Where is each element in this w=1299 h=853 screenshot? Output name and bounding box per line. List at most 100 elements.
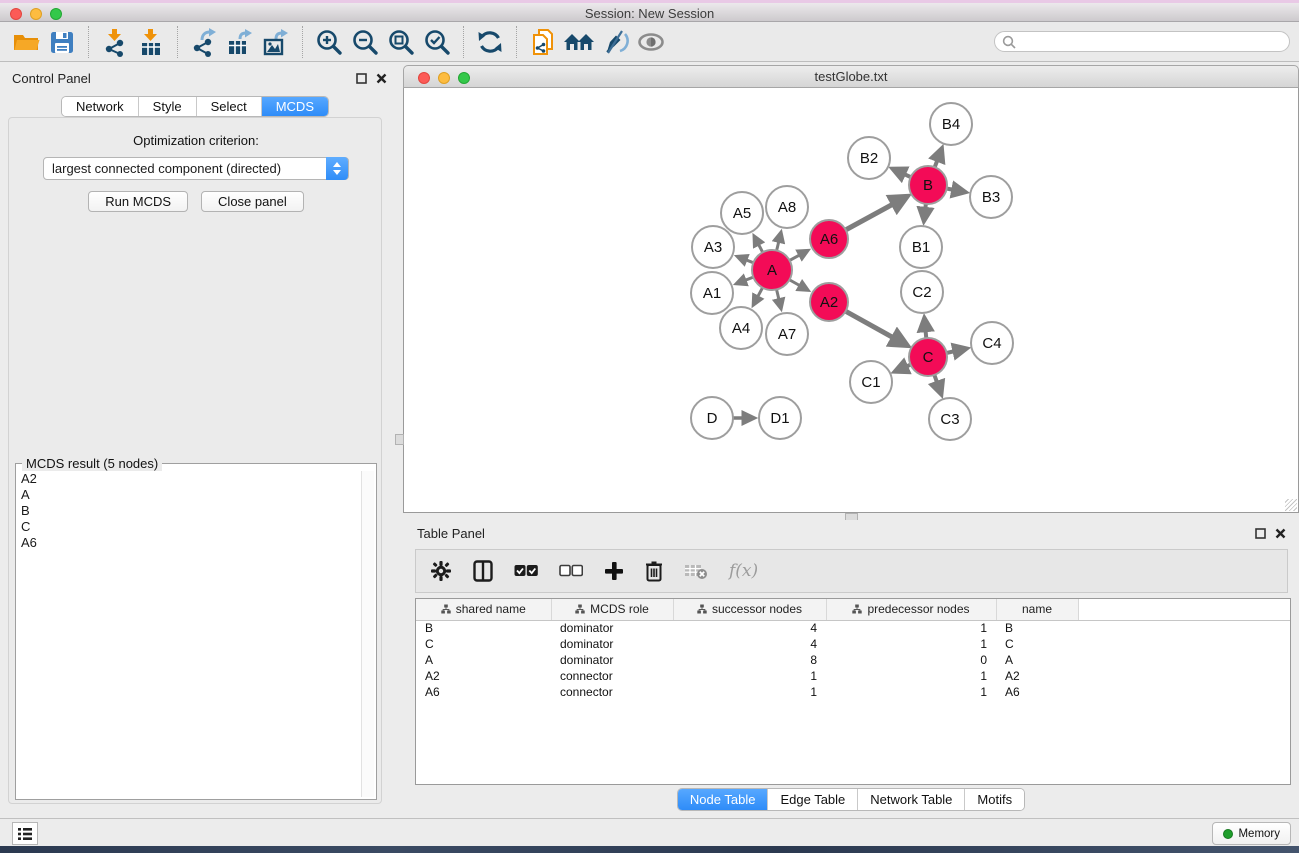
delete-column-icon[interactable] (645, 556, 663, 586)
criterion-dropdown[interactable]: largest connected component (directed) (43, 157, 349, 180)
window-resize-grip[interactable] (1285, 499, 1297, 511)
table-cell[interactable]: B (996, 620, 1078, 636)
graph-node-A6[interactable]: A6 (810, 220, 848, 258)
table-cell[interactable]: A6 (996, 684, 1078, 700)
tab-select[interactable]: Select (196, 97, 261, 116)
table-cell[interactable]: 1 (826, 668, 996, 684)
import-table-icon[interactable] (133, 25, 169, 59)
first-neighbors-icon[interactable] (561, 25, 597, 59)
vertical-splitter-handle[interactable] (395, 434, 404, 445)
float-panel-icon[interactable] (356, 73, 367, 84)
result-list-item[interactable]: A (21, 487, 360, 503)
import-network-icon[interactable] (97, 25, 133, 59)
settings-gear-icon[interactable] (430, 556, 452, 586)
graph-node-B[interactable]: B (909, 166, 947, 204)
select-all-columns-icon[interactable] (514, 556, 538, 586)
graph-node-C2[interactable]: C2 (901, 271, 943, 313)
graph-node-C3[interactable]: C3 (929, 398, 971, 440)
zoom-in-icon[interactable] (311, 25, 347, 59)
export-image-icon[interactable] (258, 25, 294, 59)
result-list-item[interactable]: C (21, 519, 360, 535)
network-canvas[interactable]: AA1A2A3A4A5A6A7A8BB1B2B3B4CC1C2C3C4DD1 (403, 88, 1299, 513)
graph-node-A8[interactable]: A8 (766, 186, 808, 228)
result-scrollbar[interactable] (361, 471, 374, 797)
export-network-icon[interactable] (186, 25, 222, 59)
tab-motifs[interactable]: Motifs (964, 789, 1024, 810)
graph-node-A[interactable]: A (752, 250, 792, 290)
table-cell[interactable]: connector (551, 668, 673, 684)
table-cell[interactable]: connector (551, 684, 673, 700)
table-cell[interactable]: 8 (673, 652, 826, 668)
table-row[interactable]: Cdominator41C (416, 636, 1291, 652)
table-row[interactable]: A6connector11A6 (416, 684, 1291, 700)
zoom-selected-icon[interactable] (419, 25, 455, 59)
copy-network-icon[interactable] (525, 25, 561, 59)
unselect-all-columns-icon[interactable] (559, 556, 583, 586)
graph-node-A7[interactable]: A7 (766, 313, 808, 355)
graph-node-A1[interactable]: A1 (691, 272, 733, 314)
graph-node-C[interactable]: C (909, 338, 947, 376)
close-table-panel-icon[interactable] (1275, 528, 1286, 539)
graph-node-A5[interactable]: A5 (721, 192, 763, 234)
graph-node-C1[interactable]: C1 (850, 361, 892, 403)
graph-node-D[interactable]: D (691, 397, 733, 439)
zoom-out-icon[interactable] (347, 25, 383, 59)
graph-node-B4[interactable]: B4 (930, 103, 972, 145)
graph-node-B3[interactable]: B3 (970, 176, 1012, 218)
hide-annotations-icon[interactable] (597, 25, 633, 59)
zoom-fit-icon[interactable] (383, 25, 419, 59)
table-cell[interactable]: A (996, 652, 1078, 668)
network-window-titlebar[interactable]: testGlobe.txt (403, 65, 1299, 88)
table-cell[interactable]: 1 (826, 684, 996, 700)
delete-table-icon[interactable] (684, 556, 708, 586)
tab-network[interactable]: Network (62, 97, 138, 116)
export-table-icon[interactable] (222, 25, 258, 59)
column-header-shared-name[interactable]: shared name (416, 599, 551, 620)
column-header-name[interactable]: name (996, 599, 1078, 620)
table-cell[interactable]: A (416, 652, 551, 668)
close-panel-button[interactable]: Close panel (201, 191, 304, 212)
column-header-predecessor-nodes[interactable]: predecessor nodes (826, 599, 996, 620)
result-list-item[interactable]: A2 (21, 471, 360, 487)
column-header-successor-nodes[interactable]: successor nodes (673, 599, 826, 620)
table-cell[interactable]: dominator (551, 636, 673, 652)
table-cell[interactable]: 0 (826, 652, 996, 668)
tab-mcds[interactable]: MCDS (261, 97, 328, 116)
refresh-icon[interactable] (472, 25, 508, 59)
table-cell[interactable]: 1 (673, 684, 826, 700)
column-header-MCDS-role[interactable]: MCDS role (551, 599, 673, 620)
run-mcds-button[interactable]: Run MCDS (88, 191, 188, 212)
table-cell[interactable]: A2 (996, 668, 1078, 684)
table-cell[interactable]: 1 (826, 620, 996, 636)
result-list-item[interactable]: B (21, 503, 360, 519)
table-cell[interactable]: dominator (551, 652, 673, 668)
show-graphics-details-icon[interactable] (633, 25, 669, 59)
table-cell[interactable]: A6 (416, 684, 551, 700)
network-graph[interactable]: AA1A2A3A4A5A6A7A8BB1B2B3B4CC1C2C3C4DD1 (404, 88, 1298, 511)
table-row[interactable]: Bdominator41B (416, 620, 1291, 636)
graph-node-B1[interactable]: B1 (900, 226, 942, 268)
graph-node-A3[interactable]: A3 (692, 226, 734, 268)
table-cell[interactable]: C (996, 636, 1078, 652)
float-table-panel-icon[interactable] (1255, 528, 1266, 539)
graph-node-C4[interactable]: C4 (971, 322, 1013, 364)
table-cell[interactable]: C (416, 636, 551, 652)
tab-network-table[interactable]: Network Table (857, 789, 964, 810)
table-cell[interactable]: dominator (551, 620, 673, 636)
function-builder-icon[interactable]: f(x) (729, 556, 758, 586)
tab-node-table[interactable]: Node Table (678, 789, 768, 810)
open-file-icon[interactable] (8, 25, 44, 59)
table-cell[interactable]: 4 (673, 636, 826, 652)
graph-node-D1[interactable]: D1 (759, 397, 801, 439)
table-row[interactable]: Adominator80A (416, 652, 1291, 668)
tab-style[interactable]: Style (138, 97, 196, 116)
close-panel-icon[interactable] (376, 73, 387, 84)
save-session-icon[interactable] (44, 25, 80, 59)
table-row[interactable]: A2connector11A2 (416, 668, 1291, 684)
table-cell[interactable]: 1 (826, 636, 996, 652)
memory-button[interactable]: Memory (1212, 822, 1291, 845)
table-cell[interactable]: A2 (416, 668, 551, 684)
tab-edge-table[interactable]: Edge Table (767, 789, 857, 810)
graph-node-A4[interactable]: A4 (720, 307, 762, 349)
split-view-icon[interactable] (473, 556, 493, 586)
